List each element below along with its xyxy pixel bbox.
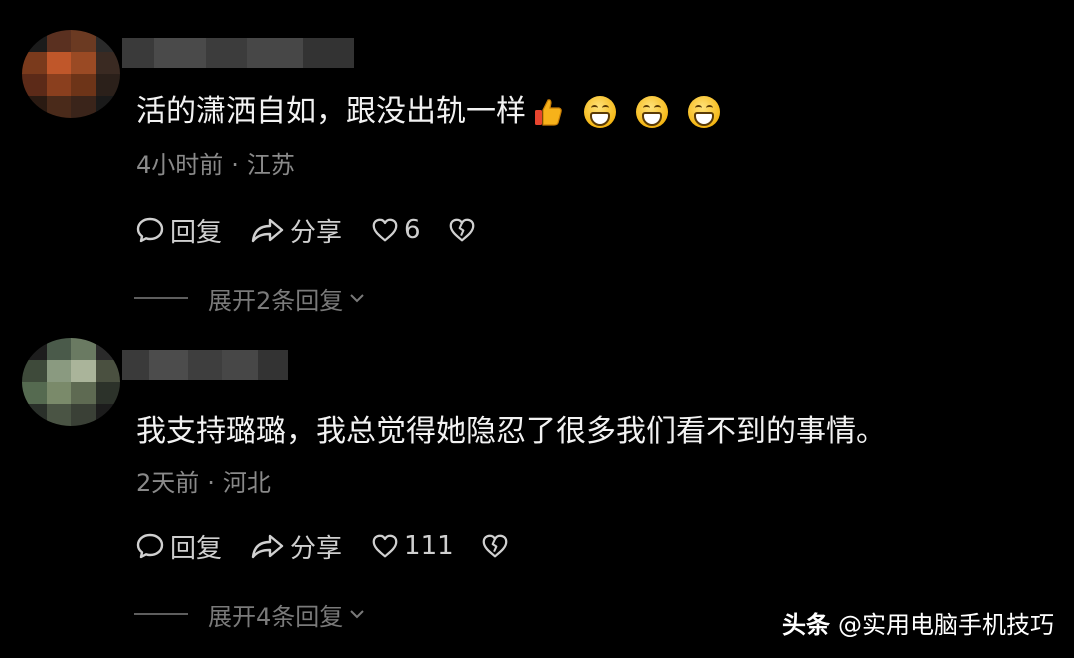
comment-bubble-icon [136,533,164,559]
comment-meta: 2天前 · 河北 [136,468,271,498]
comment-text-content: 活的潇洒自如，跟没出轨一样 [136,94,526,129]
comment-location: 河北 [222,469,271,497]
grinning-face-icon [688,96,720,128]
comment-time: 2天前 [136,469,200,497]
expand-replies-button[interactable]: 展开2条回复 [134,282,367,315]
expand-replies-label: 展开2条回复 [208,286,344,315]
like-count: 111 [404,531,454,561]
watermark-account: @实用电脑手机技巧 [838,611,1054,639]
chevron-down-icon [350,610,364,619]
username-blurred[interactable] [122,38,354,68]
dislike-button[interactable] [447,215,481,245]
watermark: 头条 @实用电脑手机技巧 [782,605,1054,640]
meta-separator: · [207,469,215,497]
comment-text: 活的潇洒自如，跟没出轨一样 [136,92,720,132]
comment-item: 活的潇洒自如，跟没出轨一样 4小时前 · 江苏 回复 分享 6 展开2条回复 [0,0,1074,330]
grinning-face-icon [636,96,668,128]
divider-line [134,297,188,299]
comment-bubble-icon [136,217,164,243]
share-arrow-icon [251,534,284,559]
thumbs-up-icon [532,96,564,128]
heart-icon [372,218,398,242]
avatar[interactable] [22,30,120,118]
comment-time: 4小时前 [136,151,224,179]
meta-separator: · [231,151,239,179]
grinning-face-icon [584,96,616,128]
comment-meta: 4小时前 · 江苏 [136,150,295,180]
share-arrow-icon [251,218,284,243]
like-button[interactable]: 6 [370,215,421,245]
broken-heart-icon [482,534,508,558]
like-button[interactable]: 111 [370,531,454,561]
broken-heart-icon [449,218,474,242]
username-blurred[interactable] [122,350,288,380]
reply-button[interactable]: 回复 [134,528,222,565]
heart-icon [372,534,398,558]
comment-location: 江苏 [246,151,295,179]
avatar[interactable] [22,338,120,426]
divider-line [134,613,188,615]
reply-label: 回复 [170,533,223,564]
chevron-down-icon [350,294,364,303]
expand-replies-label: 展开4条回复 [208,602,344,631]
share-label: 分享 [290,533,343,564]
comment-text-content: 我支持璐璐，我总觉得她隐忍了很多我们看不到的事情。 [136,414,886,449]
reply-label: 回复 [170,217,223,248]
like-count: 6 [404,215,421,245]
share-button[interactable]: 分享 [250,528,342,565]
comment-actions: 回复 分享 6 [134,212,509,248]
comment-actions: 回复 分享 111 [134,528,542,564]
dislike-button[interactable] [480,531,514,561]
share-label: 分享 [290,217,343,248]
watermark-brand: 头条 [782,611,830,639]
share-button[interactable]: 分享 [250,212,342,249]
expand-replies-button[interactable]: 展开4条回复 [134,598,367,631]
comment-text: 我支持璐璐，我总觉得她隐忍了很多我们看不到的事情。 [136,412,886,452]
reply-button[interactable]: 回复 [134,212,222,249]
